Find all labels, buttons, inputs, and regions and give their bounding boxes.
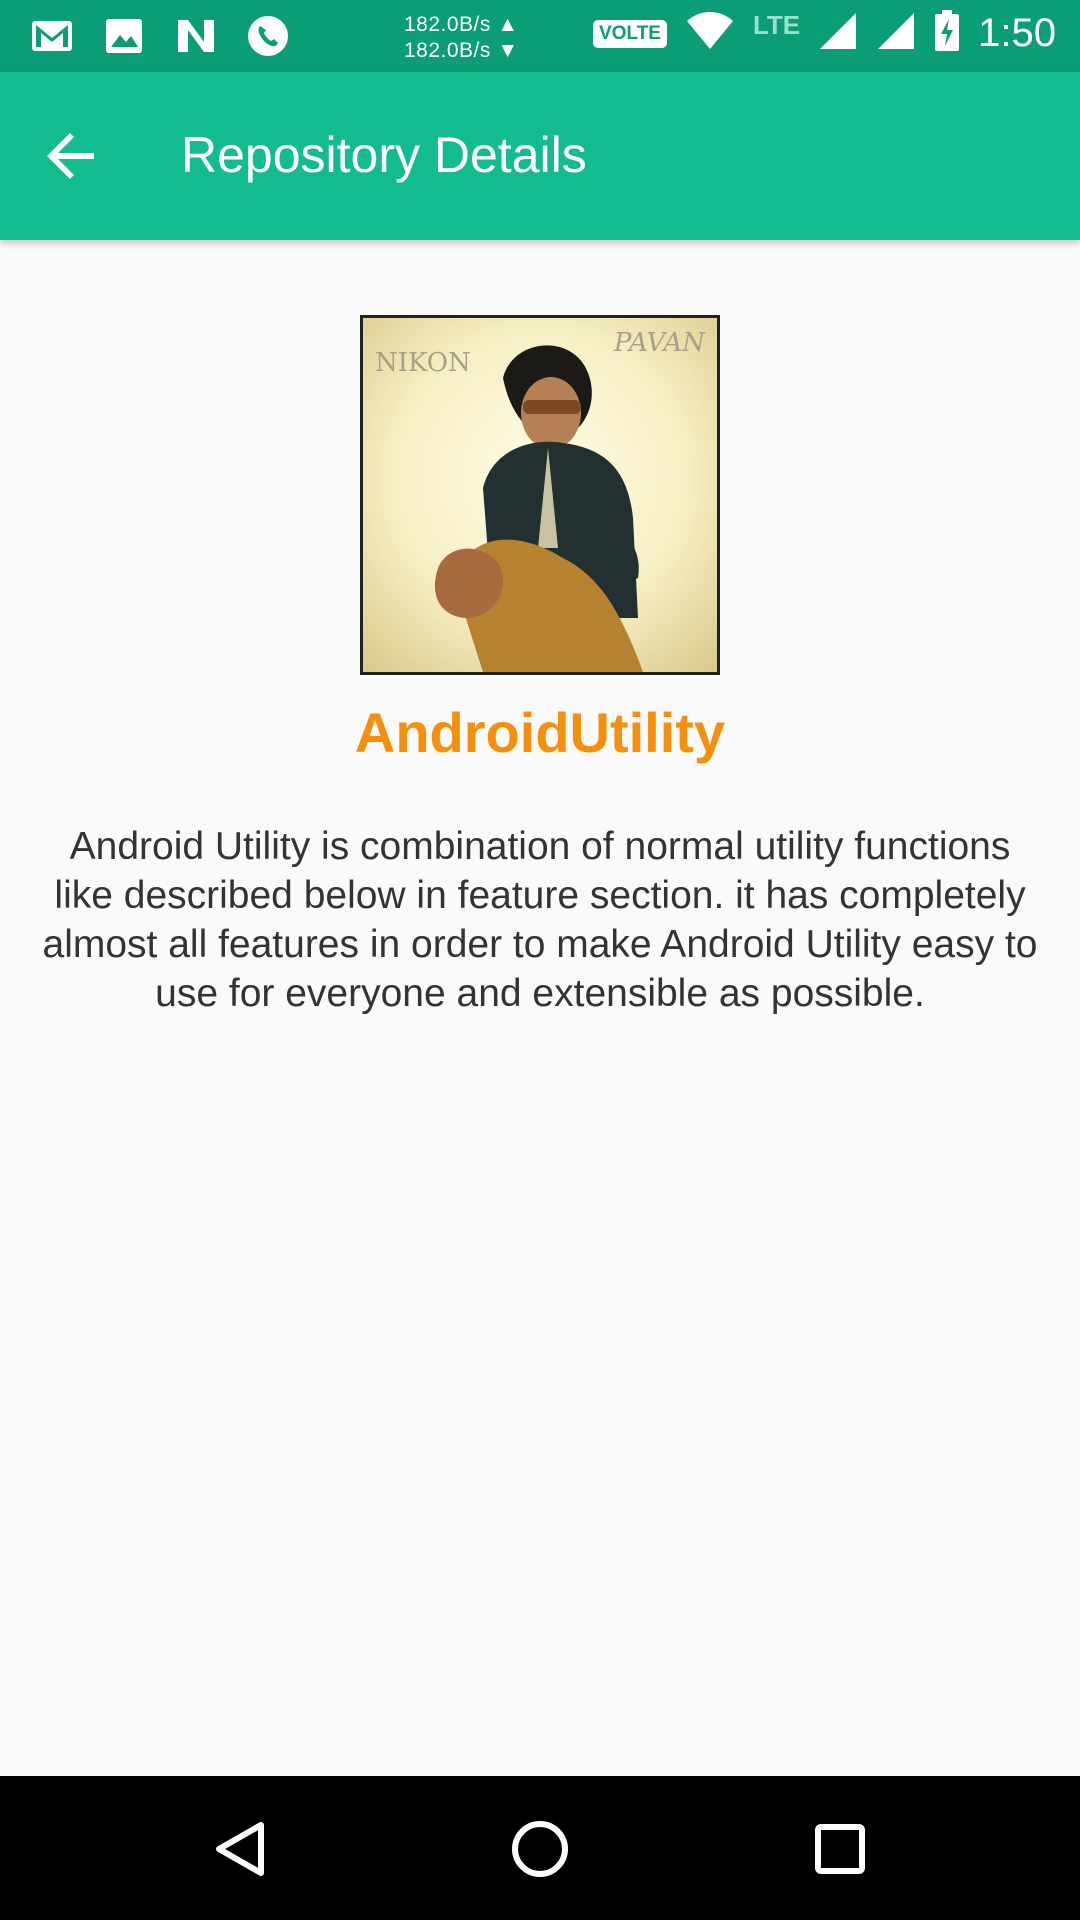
nav-home-button[interactable] bbox=[495, 1806, 585, 1896]
repository-name: AndroidUtility bbox=[354, 701, 726, 764]
repository-description: Android Utility is combination of normal… bbox=[42, 825, 1038, 1015]
notification-icons bbox=[30, 14, 290, 58]
back-triangle-icon bbox=[211, 1819, 271, 1884]
app-bar: Repository Details bbox=[0, 72, 1080, 240]
page-title: Repository Details bbox=[181, 127, 587, 183]
phone-call-icon bbox=[246, 14, 290, 58]
person-photo bbox=[434, 345, 643, 672]
repository-avatar: NIKON PAVAN bbox=[360, 315, 720, 675]
signal-icon-1 bbox=[818, 11, 858, 56]
wifi-icon bbox=[685, 11, 735, 56]
arrow-back-icon bbox=[46, 130, 98, 187]
lte-label: LTE bbox=[752, 10, 801, 40]
n-app-icon bbox=[174, 14, 218, 58]
recents-square-icon bbox=[810, 1819, 870, 1884]
signal-icon-2 bbox=[876, 11, 916, 56]
navigation-bar bbox=[0, 1776, 1080, 1920]
download-speed: 182.0B/s ▼ bbox=[404, 39, 519, 62]
battery-charging-icon bbox=[934, 10, 960, 57]
gmail-icon bbox=[30, 14, 74, 58]
home-circle-icon bbox=[510, 1819, 570, 1884]
nav-back-button[interactable] bbox=[196, 1806, 286, 1896]
system-status-icons: VOLTE LTE 1:50 bbox=[593, 10, 1056, 57]
nav-recents-button[interactable] bbox=[795, 1806, 885, 1896]
status-bar: 182.0B/s ▲ 182.0B/s ▼ VOLTE LTE 1:50 bbox=[0, 0, 1080, 72]
volte-badge: VOLTE bbox=[593, 19, 667, 48]
clock: 1:50 bbox=[978, 11, 1056, 55]
upload-speed: 182.0B/s ▲ bbox=[404, 13, 519, 36]
network-speed: 182.0B/s ▲ 182.0B/s ▼ bbox=[404, 12, 519, 64]
back-button[interactable] bbox=[32, 118, 112, 198]
gallery-icon bbox=[102, 14, 146, 58]
